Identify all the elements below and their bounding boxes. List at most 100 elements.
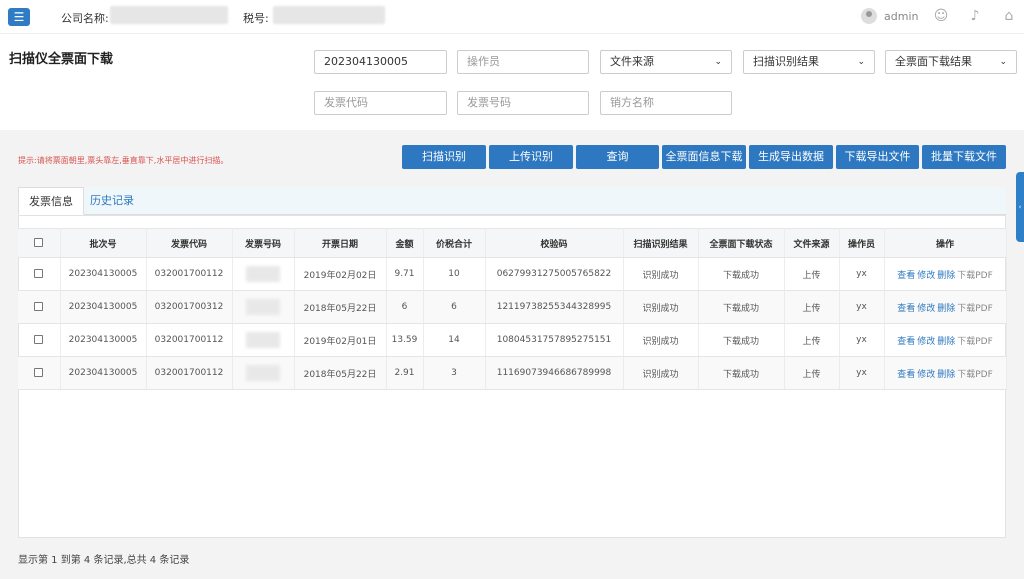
col-amount[interactable]: 金额	[386, 228, 424, 258]
company-label: 公司名称:	[61, 12, 109, 25]
col-operator[interactable]: 操作员	[839, 228, 885, 258]
user-avatar-icon[interactable]	[861, 8, 877, 24]
row-checkbox-box[interactable]	[34, 269, 44, 278]
user-name[interactable]: admin	[884, 10, 918, 23]
download-pdf-link[interactable]: 下载PDF	[957, 370, 993, 380]
download-result-select[interactable]: 全票面下载结果 ⌄	[885, 50, 1017, 74]
check-code-cell: 11169073946686789998	[485, 356, 624, 390]
total-cell: 14	[423, 323, 486, 357]
delete-link[interactable]: 删除	[937, 271, 955, 281]
col-file-source[interactable]: 文件来源	[784, 228, 840, 258]
invoice-code-cell: 032001700112	[146, 323, 233, 357]
total-cell: 10	[423, 257, 486, 291]
scan-recognize-button[interactable]: 扫描识别	[402, 145, 486, 169]
edit-link[interactable]: 修改	[917, 337, 935, 347]
col-invoice-code[interactable]: 发票代码	[146, 228, 233, 258]
col-total[interactable]: 价税合计	[423, 228, 486, 258]
view-link[interactable]: 查看	[897, 304, 915, 314]
col-download-status[interactable]: 全票面下载状态	[698, 228, 785, 258]
view-link[interactable]: 查看	[897, 337, 915, 347]
tax-label: 税号:	[243, 12, 269, 25]
view-link[interactable]: 查看	[897, 370, 915, 380]
row-checkbox-box[interactable]	[34, 302, 44, 311]
scan-result-cell: 识别成功	[623, 257, 699, 291]
generate-export-button[interactable]: 生成导出数据	[749, 145, 833, 169]
invoice-code-cell: 032001700312	[146, 290, 233, 324]
select-all-checkbox-cell[interactable]	[18, 228, 61, 258]
col-check-code[interactable]: 校验码	[485, 228, 624, 258]
file-source-cell: 上传	[784, 257, 840, 291]
batch-cell: 202304130005	[60, 290, 147, 324]
chevron-down-icon: ⌄	[714, 57, 722, 67]
query-button[interactable]: 查询	[576, 145, 659, 169]
menu-icon[interactable]: ☰	[8, 8, 30, 26]
col-batch[interactable]: 批次号	[60, 228, 147, 258]
delete-link[interactable]: 删除	[937, 304, 955, 314]
bell-icon[interactable]: ♪	[967, 8, 983, 24]
actions-cell: 查看 修改 删除 下载PDF	[884, 257, 1007, 291]
view-link[interactable]: 查看	[897, 271, 915, 281]
tab-history[interactable]: 历史记录	[80, 187, 144, 215]
file-source-select-value: 文件来源	[610, 55, 654, 68]
select-all-checkbox[interactable]	[34, 238, 44, 247]
row-checkbox[interactable]	[18, 356, 61, 390]
invoice-number-redacted	[246, 332, 280, 348]
row-checkbox[interactable]	[18, 290, 61, 324]
side-panel-toggle[interactable]: ‹	[1016, 172, 1024, 242]
file-source-cell: 上传	[784, 356, 840, 390]
delete-link[interactable]: 删除	[937, 370, 955, 380]
download-pdf-link[interactable]: 下载PDF	[957, 304, 993, 314]
amount-cell: 6	[386, 290, 424, 324]
search-panel: 扫描仪全票面下载	[0, 34, 1024, 130]
row-checkbox-box[interactable]	[34, 368, 44, 377]
issue-date-cell: 2018年05月22日	[294, 356, 387, 390]
download-status-cell: 下载成功	[698, 356, 785, 390]
delete-link[interactable]: 删除	[937, 337, 955, 347]
operator-cell: yx	[839, 323, 885, 357]
scan-result-select[interactable]: 扫描识别结果 ⌄	[743, 50, 875, 74]
batch-download-button[interactable]: 批量下载文件	[922, 145, 1006, 169]
invoice-number-cell	[232, 356, 295, 390]
tabs-bar: 发票信息 历史记录	[18, 187, 1006, 215]
col-issue-date[interactable]: 开票日期	[294, 228, 387, 258]
table-row[interactable]: 202304130005 032001700112 2019年02月02日 9.71 1…	[18, 257, 1007, 291]
invoice-number-redacted	[246, 365, 280, 381]
upload-recognize-button[interactable]: 上传识别	[489, 145, 573, 169]
chevron-down-icon: ⌄	[857, 57, 865, 67]
row-checkbox[interactable]	[18, 257, 61, 291]
col-scan-result[interactable]: 扫描识别结果	[623, 228, 699, 258]
table-row[interactable]: 202304130005 032001700112 2018年05月22日 2.91 3…	[18, 356, 1007, 390]
scan-result-cell: 识别成功	[623, 323, 699, 357]
check-code-cell: 06279931275005765822	[485, 257, 624, 291]
edit-link[interactable]: 修改	[917, 370, 935, 380]
tab-invoice-info[interactable]: 发票信息	[18, 187, 84, 215]
total-cell: 6	[423, 290, 486, 324]
table-row[interactable]: 202304130005 032001700312 2018年05月22日 6 6 121…	[18, 290, 1007, 324]
home-icon[interactable]: ⌂	[1001, 8, 1017, 24]
operator-cell: yx	[839, 356, 885, 390]
download-pdf-link[interactable]: 下载PDF	[957, 271, 993, 281]
row-checkbox[interactable]	[18, 323, 61, 357]
download-status-cell: 下载成功	[698, 257, 785, 291]
download-export-button[interactable]: 下载导出文件	[836, 145, 919, 169]
download-pdf-link[interactable]: 下载PDF	[957, 337, 993, 347]
table-row[interactable]: 202304130005 032001700112 2019年02月01日 13.59…	[18, 323, 1007, 357]
scan-tip: 提示:请将票面朝里,票头靠左,垂直靠下,水平居中进行扫描。	[18, 156, 229, 165]
col-invoice-number[interactable]: 发票号码	[232, 228, 295, 258]
smiley-icon[interactable]: ☺	[933, 8, 949, 24]
invoice-number-redacted	[246, 299, 280, 315]
scan-result-cell: 识别成功	[623, 290, 699, 324]
seller-name-input[interactable]: 销方名称	[600, 91, 732, 115]
file-source-select[interactable]: 文件来源 ⌄	[600, 50, 732, 74]
issue-date-cell: 2019年02月01日	[294, 323, 387, 357]
batch-number-input[interactable]: 202304130005	[314, 50, 447, 74]
row-checkbox-box[interactable]	[34, 335, 44, 344]
edit-link[interactable]: 修改	[917, 271, 935, 281]
scan-result-cell: 识别成功	[623, 356, 699, 390]
invoice-number-input[interactable]: 发票号码	[457, 91, 589, 115]
issue-date-cell: 2019年02月02日	[294, 257, 387, 291]
invoice-code-input[interactable]: 发票代码	[314, 91, 447, 115]
edit-link[interactable]: 修改	[917, 304, 935, 314]
full-info-download-button[interactable]: 全票面信息下载	[662, 145, 746, 169]
operator-input[interactable]: 操作员	[457, 50, 589, 74]
